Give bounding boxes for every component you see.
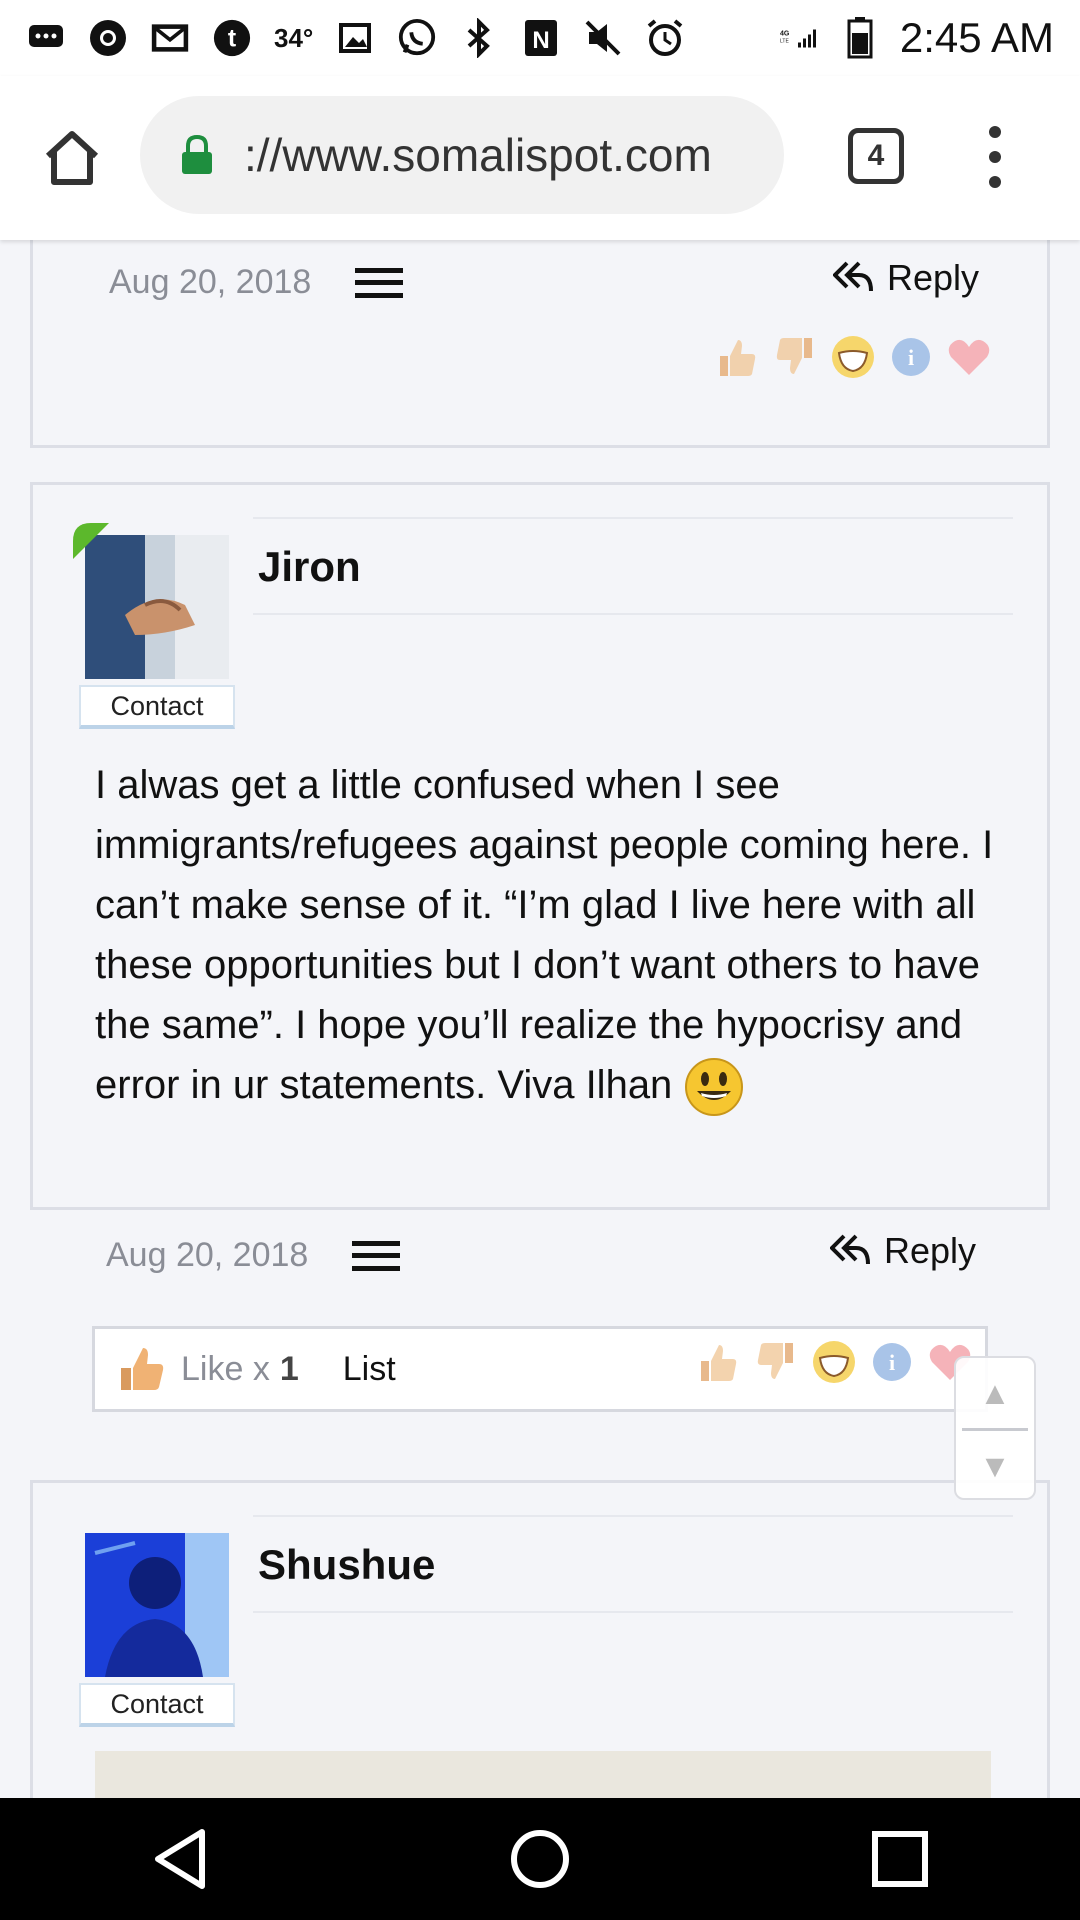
post-meta: Aug 20, 2018	[106, 1236, 401, 1275]
menu-dot-icon	[989, 151, 1001, 163]
back-triangle-icon	[155, 1829, 205, 1889]
svg-text:i: i	[908, 345, 914, 370]
reply-button[interactable]: Reply	[833, 257, 979, 299]
post-card: Contact Jiron I alwas get a little confu…	[30, 482, 1050, 1210]
message-icon	[26, 18, 66, 58]
divider	[253, 1611, 1013, 1613]
post-body: I alwas get a little confused when I see…	[95, 755, 995, 1117]
reply-label: Reply	[884, 1230, 977, 1271]
thumbs-up-icon	[121, 1348, 164, 1390]
like-label: Like x	[181, 1349, 270, 1388]
home-nav-button[interactable]	[500, 1819, 580, 1899]
funny-reaction-icon[interactable]	[810, 1338, 858, 1386]
page-content: Aug 20, 2018 Reply i Contact Jiron I alw…	[0, 240, 1080, 1798]
tab-switcher-button[interactable]: 4	[848, 128, 904, 184]
clock: 2:45 AM	[899, 14, 1054, 61]
address-bar[interactable]: ://www.somalispot.com	[140, 96, 784, 214]
browser-toolbar: ://www.somalispot.com 4	[0, 76, 1080, 240]
reaction-bar: i	[713, 333, 993, 381]
username[interactable]: Jiron	[258, 543, 361, 591]
post-card: Aug 20, 2018 Reply i	[30, 240, 1050, 448]
quote-block	[95, 1751, 991, 1798]
post-menu-icon[interactable]	[352, 1240, 401, 1271]
alarm-icon	[645, 18, 685, 58]
svg-text:i: i	[889, 1350, 895, 1375]
mute-icon	[583, 18, 623, 58]
whatsapp-icon	[397, 18, 437, 58]
reply-icon	[830, 1234, 870, 1265]
funny-reaction-icon[interactable]	[829, 333, 877, 381]
overflow-menu-button[interactable]	[980, 126, 1010, 188]
online-indicator-icon	[73, 523, 109, 559]
svg-text:N: N	[533, 27, 550, 54]
post-date[interactable]: Aug 20, 2018	[109, 263, 311, 302]
back-button[interactable]	[140, 1819, 220, 1899]
lock-icon	[182, 134, 212, 174]
svg-text:t: t	[228, 26, 236, 53]
svg-text:LTE: LTE	[780, 39, 789, 45]
scroll-controls: ▲ ▼	[954, 1356, 1036, 1500]
divider	[253, 613, 1013, 615]
avatar[interactable]	[73, 523, 229, 684]
love-reaction-icon[interactable]	[945, 333, 993, 381]
post-text: I alwas get a little confused when I see…	[95, 763, 994, 1107]
like-reaction-icon[interactable]	[713, 333, 761, 381]
like-reaction-icon[interactable]	[694, 1338, 742, 1386]
post-card: Contact Shushue	[30, 1480, 1050, 1798]
bluetooth-icon	[459, 18, 499, 58]
home-button[interactable]	[40, 126, 104, 190]
menu-dot-icon	[989, 126, 1001, 138]
reply-icon	[833, 261, 873, 292]
info-reaction-icon[interactable]: i	[868, 1338, 916, 1386]
reply-label: Reply	[887, 257, 980, 298]
gmail-icon	[150, 18, 190, 58]
tumblr-icon: t	[212, 18, 252, 58]
username[interactable]: Shushue	[258, 1541, 435, 1589]
status-bar: t 34° N 4G LTE 2:45 AM	[0, 0, 1080, 76]
post-menu-icon[interactable]	[355, 267, 404, 298]
recents-button[interactable]	[860, 1819, 940, 1899]
reply-button[interactable]: Reply	[830, 1230, 976, 1272]
home-circle-icon	[511, 1830, 569, 1888]
avatar-image-portrait	[85, 1533, 229, 1677]
divider	[253, 1515, 1013, 1517]
reaction-bar: i	[694, 1338, 974, 1386]
gallery-icon	[335, 18, 375, 58]
avatar[interactable]	[85, 1533, 229, 1682]
home-icon	[45, 131, 99, 185]
dislike-reaction-icon[interactable]	[752, 1338, 800, 1386]
like-count: 1	[279, 1349, 299, 1388]
dislike-reaction-icon[interactable]	[771, 333, 819, 381]
scroll-up-button[interactable]: ▲	[956, 1358, 1034, 1428]
scroll-down-button[interactable]: ▼	[956, 1431, 1034, 1501]
like-list-link[interactable]: List	[343, 1350, 396, 1389]
smiley-emoji-icon	[685, 1058, 744, 1117]
signal-icon: 4G LTE	[780, 18, 820, 58]
svg-text:4G: 4G	[780, 31, 790, 38]
menu-dot-icon	[989, 176, 1001, 188]
chrome-icon	[88, 18, 128, 58]
battery-icon	[840, 17, 880, 59]
system-nav-bar	[0, 1798, 1080, 1920]
url-text[interactable]: ://www.somalispot.com	[244, 128, 764, 182]
post-meta: Aug 20, 2018	[109, 263, 404, 302]
contact-button[interactable]: Contact	[79, 685, 235, 729]
divider	[253, 517, 1013, 519]
contact-button[interactable]: Contact	[79, 1683, 235, 1727]
info-reaction-icon[interactable]: i	[887, 333, 935, 381]
nfc-icon: N	[521, 18, 561, 58]
recents-square-icon	[872, 1831, 928, 1887]
post-date[interactable]: Aug 20, 2018	[106, 1236, 308, 1275]
temperature: 34°	[274, 22, 314, 53]
